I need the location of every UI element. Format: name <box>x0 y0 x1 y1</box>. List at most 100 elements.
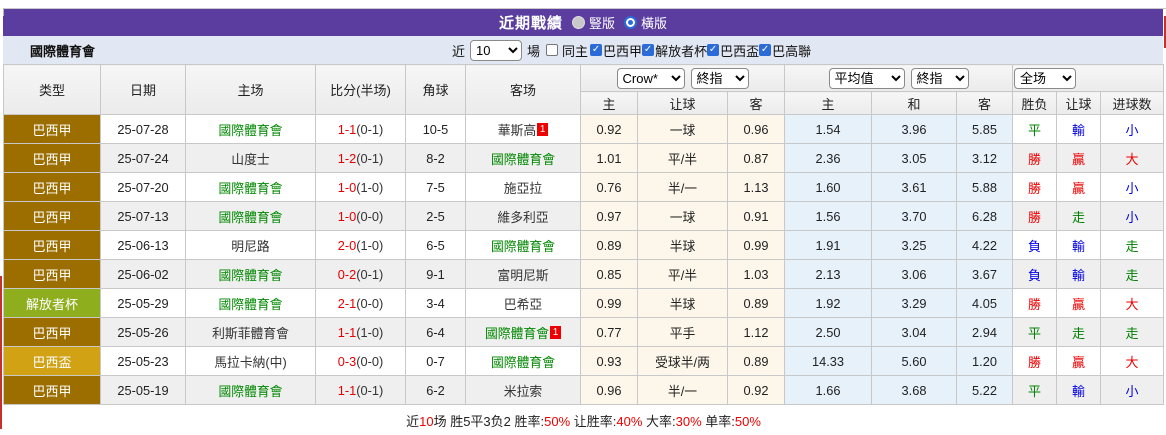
avg-away-cell: 5.22 <box>957 376 1013 405</box>
header-type: 类型 <box>4 65 101 115</box>
result-text: 負 <box>1028 239 1041 254</box>
score-cell: 2-0(1-0) <box>316 231 406 260</box>
away-team-name[interactable]: 維多利亞 <box>497 210 548 225</box>
goals-result-cell: 小 <box>1101 202 1164 231</box>
title-bar: 近期戰績 豎版 橫版 <box>3 8 1163 36</box>
date-cell: 25-05-23 <box>101 347 186 376</box>
summary-segment: 场 胜5平3负2 胜率: <box>434 414 545 429</box>
away-team-name[interactable]: 國際體育會 <box>491 152 555 167</box>
result-text: 走 <box>1126 268 1139 283</box>
home-team-cell: 國際體育會 <box>186 202 316 231</box>
league-type-cell: 巴西甲 <box>4 144 101 173</box>
result-cell: 勝 <box>1013 202 1057 231</box>
league-checkbox[interactable]: ✓ <box>759 44 771 56</box>
odds-home-cell: 0.92 <box>581 115 638 144</box>
home-team-cell: 明尼路 <box>186 231 316 260</box>
league-label: 解放者杯 <box>655 41 707 60</box>
home-team-name[interactable]: 國際體育會 <box>219 123 283 138</box>
full-time-score: 0-3 <box>338 354 357 369</box>
away-team-name[interactable]: 施亞拉 <box>504 181 542 196</box>
result-group-header: 全场 <box>1013 65 1164 92</box>
home-team-name[interactable]: 利斯菲體育會 <box>212 326 289 341</box>
home-team-cell: 國際體育會 <box>186 115 316 144</box>
goals-result-cell: 走 <box>1101 231 1164 260</box>
home-team-name[interactable]: 國際體育會 <box>219 210 283 225</box>
league-type-cell: 巴西甲 <box>4 115 101 144</box>
league-checkbox[interactable]: ✓ <box>707 44 719 56</box>
handicap-cell: 平/半 <box>638 260 728 289</box>
same-home-checkbox[interactable] <box>546 44 558 56</box>
avg-home-cell: 1.92 <box>785 289 872 318</box>
result-text: 勝 <box>1028 355 1041 370</box>
league-filter[interactable]: ✓解放者杯 <box>642 41 707 60</box>
away-team-name[interactable]: 米拉索 <box>504 384 542 399</box>
corner-cell: 6-2 <box>406 376 466 405</box>
result-text: 走 <box>1072 326 1085 341</box>
league-filter[interactable]: ✓巴西盃 <box>707 41 759 60</box>
home-team-name[interactable]: 馬拉卡納(中) <box>214 355 287 370</box>
match-row: 巴西甲25-05-26利斯菲體育會1-1(1-0)6-4國際體育會10.77平手… <box>4 318 1164 347</box>
home-team-name[interactable]: 國際體育會 <box>219 297 283 312</box>
summary-segment: 50% <box>735 414 761 429</box>
home-team-cell: 馬拉卡納(中) <box>186 347 316 376</box>
handicap-result-cell: 贏 <box>1057 289 1101 318</box>
odds-away-cell: 0.92 <box>728 376 785 405</box>
league-checkbox[interactable]: ✓ <box>642 44 654 56</box>
match-count-select[interactable]: 10 <box>470 40 522 61</box>
home-team-name[interactable]: 國際體育會 <box>219 268 283 283</box>
away-team-name[interactable]: 巴希亞 <box>504 297 542 312</box>
result-text: 大 <box>1126 355 1139 370</box>
avg-home-cell: 1.91 <box>785 231 872 260</box>
corner-cell: 2-5 <box>406 202 466 231</box>
games-label: 場 <box>527 41 540 60</box>
avg-home-cell: 1.66 <box>785 376 872 405</box>
avg-draw-cell: 3.25 <box>872 231 957 260</box>
away-team-name[interactable]: 國際體育會 <box>485 326 549 341</box>
result-text: 贏 <box>1072 152 1085 167</box>
date-cell: 25-05-26 <box>101 318 186 347</box>
date-cell: 25-07-20 <box>101 173 186 202</box>
home-team-name[interactable]: 國際體育會 <box>219 384 283 399</box>
away-team-name[interactable]: 國際體育會 <box>491 239 555 254</box>
half-time-score: (0-1) <box>356 122 383 137</box>
corner-cell: 0-7 <box>406 347 466 376</box>
result-text: 勝 <box>1028 210 1041 225</box>
odds-home-cell: 0.89 <box>581 231 638 260</box>
result-text: 勝 <box>1028 297 1041 312</box>
avg-home-cell: 2.36 <box>785 144 872 173</box>
away-team-name[interactable]: 國際體育會 <box>491 355 555 370</box>
avg-away-cell: 4.05 <box>957 289 1013 318</box>
result-cell: 平 <box>1013 376 1057 405</box>
home-team-name[interactable]: 國際體育會 <box>219 181 283 196</box>
match-history-widget: { "title_bar": { "title": "近期戰績", "layou… <box>0 8 1166 429</box>
league-filter[interactable]: ✓巴高聯 <box>759 41 811 60</box>
home-team-name[interactable]: 明尼路 <box>231 239 269 254</box>
result-text: 小 <box>1126 384 1139 399</box>
away-team-name[interactable]: 華斯高 <box>498 123 536 138</box>
odds-away-cell: 0.96 <box>728 115 785 144</box>
home-team-name[interactable]: 山度士 <box>231 152 269 167</box>
header-away: 客场 <box>466 65 581 115</box>
header-score: 比分(半场) <box>316 65 406 115</box>
avg-draw-cell: 3.68 <box>872 376 957 405</box>
radio-unselected-icon[interactable] <box>572 16 585 29</box>
avg-period-select[interactable]: 終指 <box>911 68 969 89</box>
result-text: 勝 <box>1028 181 1041 196</box>
layout-radio-horizontal[interactable]: 橫版 <box>624 13 667 32</box>
date-cell: 25-07-28 <box>101 115 186 144</box>
layout-radio-vertical[interactable]: 豎版 <box>572 13 615 32</box>
bookmaker-select[interactable]: Crow* <box>617 68 685 89</box>
away-team-name[interactable]: 富明尼斯 <box>497 268 548 283</box>
avg-away-cell: 4.22 <box>957 231 1013 260</box>
odds-period-select[interactable]: 終指 <box>691 68 749 89</box>
score-cell: 1-1(1-0) <box>316 318 406 347</box>
radio-selected-icon[interactable] <box>624 16 637 29</box>
league-checkbox[interactable]: ✓ <box>590 44 602 56</box>
away-team-cell: 巴希亞 <box>466 289 581 318</box>
match-row: 巴西盃25-05-23馬拉卡納(中)0-3(0-0)0-7國際體育會0.93受球… <box>4 347 1164 376</box>
avg-source-select[interactable]: 平均值 <box>829 68 905 89</box>
scope-select[interactable]: 全场 <box>1014 68 1076 89</box>
odds-home-cell: 0.93 <box>581 347 638 376</box>
same-home-filter[interactable]: 同主 <box>546 41 588 60</box>
league-filter[interactable]: ✓巴西甲 <box>590 41 642 60</box>
